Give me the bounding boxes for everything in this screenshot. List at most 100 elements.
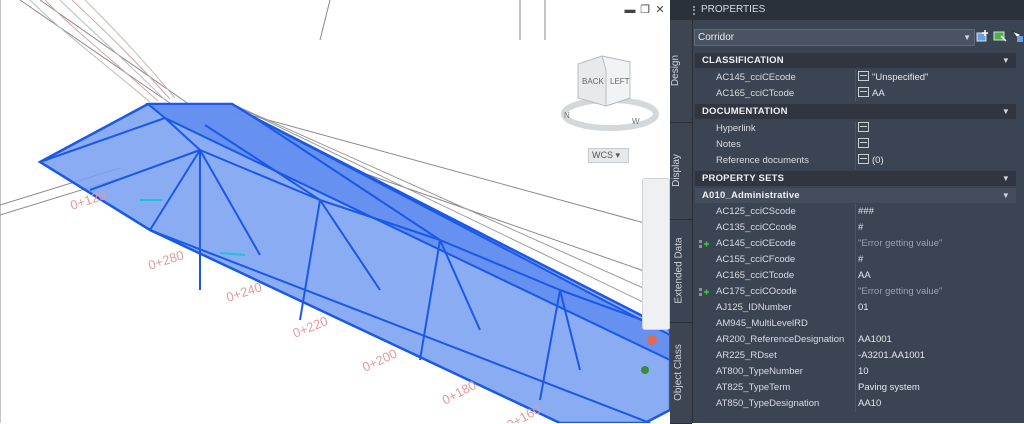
property-row[interactable]: AC165_cciCTcode AA (695, 268, 1016, 284)
column-divider (855, 137, 856, 153)
property-value[interactable]: (0) (858, 153, 1016, 169)
property-value[interactable]: AA1001 (858, 332, 1016, 348)
property-row[interactable]: AT800_TypeNumber 10 (695, 364, 1016, 380)
property-row[interactable]: Notes (695, 137, 1016, 153)
column-divider (855, 316, 856, 332)
section-header[interactable]: PROPERTY SETS ▼ (695, 171, 1016, 186)
property-value[interactable]: AA (858, 86, 1016, 102)
palette-side-tabs: Design Display Extended Data Object Clas… (670, 20, 693, 424)
property-value[interactable]: "Error getting value" (858, 236, 1016, 252)
property-name: AR200_ReferenceDesignation (716, 334, 845, 345)
property-row[interactable]: AJ125_IDNumber 01 (695, 300, 1016, 316)
property-value[interactable] (858, 137, 1016, 153)
property-name: AR225_RDset (716, 350, 777, 361)
property-row[interactable]: AC145_cciCEcode "Error getting value" (695, 236, 1016, 252)
property-value[interactable]: "Unspecified" (858, 70, 1016, 86)
property-value-text: AA10 (858, 398, 882, 409)
navigation-bar[interactable] (642, 178, 670, 330)
property-name: Hyperlink (716, 123, 756, 134)
property-value[interactable]: 10 (858, 364, 1016, 380)
column-divider (855, 204, 856, 220)
property-row[interactable]: AR200_ReferenceDesignation AA1001 (695, 332, 1016, 348)
minimize-icon[interactable]: ▬ (624, 4, 636, 16)
table-icon (858, 71, 869, 82)
wcs-menu[interactable]: WCS ▾ (588, 148, 629, 163)
quick-select-icon[interactable] (1010, 29, 1024, 43)
viewcube-face-back[interactable]: BACK (582, 77, 604, 86)
grip-icon[interactable] (693, 6, 697, 15)
tab-object-class[interactable]: Object Class (670, 323, 692, 424)
property-value[interactable]: "Error getting value" (858, 284, 1016, 300)
property-value[interactable]: # (858, 220, 1016, 236)
model-viewport[interactable]: 0+120 0+280 0+240 0+220 0+200 0+180 0+16… (0, 0, 670, 423)
property-value[interactable]: AA (858, 268, 1016, 284)
table-icon (858, 138, 869, 149)
restore-icon[interactable]: ❐ (639, 4, 651, 16)
section-header[interactable]: DOCUMENTATION ▼ (695, 104, 1016, 119)
property-value-text: # (858, 254, 864, 265)
property-row[interactable]: AC135_cciCCcode # (695, 220, 1016, 236)
section-header[interactable]: CLASSIFICATION ▼ (695, 53, 1016, 68)
viewcube-face-left[interactable]: LEFT (610, 77, 630, 86)
property-name: AM945_MultiLevelRD (716, 318, 808, 329)
station-label: 0+180 (439, 377, 478, 407)
station-label: 0+220 (291, 313, 330, 341)
property-name: AC175_cciCOcode (716, 286, 797, 297)
property-row[interactable]: AM945_MultiLevelRD (695, 316, 1016, 332)
section-title: PROPERTY SETS (702, 173, 785, 184)
property-name: AC135_cciCCcode (716, 222, 797, 233)
property-name: AC165_cciCTcode (716, 270, 795, 281)
property-row[interactable]: AT850_TypeDesignation AA10 (695, 396, 1016, 412)
property-name: AT800_TypeNumber (716, 366, 803, 377)
select-objects-icon[interactable] (993, 29, 1007, 43)
property-value[interactable]: Paving system (858, 380, 1016, 396)
tab-extended-data[interactable]: Extended Data (670, 220, 692, 323)
property-value[interactable]: -A3201.AA1001 (858, 348, 1016, 364)
property-set-header[interactable]: A010_Administrative ▼ (695, 188, 1016, 203)
column-divider (855, 396, 856, 412)
property-value-text: Paving system (858, 382, 920, 393)
property-value[interactable] (858, 121, 1016, 137)
column-divider (855, 86, 856, 102)
column-divider (855, 220, 856, 236)
property-row[interactable]: AC175_cciCOcode "Error getting value" (695, 284, 1016, 300)
property-value[interactable]: AA10 (858, 396, 1016, 412)
property-value-text: 01 (858, 302, 869, 313)
property-name: AT850_TypeDesignation (716, 398, 820, 409)
property-name: AC145_cciCEcode (716, 72, 796, 83)
property-row[interactable]: AR225_RDset -A3201.AA1001 (695, 348, 1016, 364)
property-name: AC165_cciCTcode (716, 88, 795, 99)
property-value[interactable]: # (858, 252, 1016, 268)
property-row[interactable]: AC145_cciCEcode "Unspecified" (695, 70, 1016, 86)
tab-design[interactable]: Design (670, 20, 692, 123)
property-set-title: A010_Administrative (702, 190, 800, 201)
property-row[interactable]: AC165_cciCTcode AA (695, 86, 1016, 102)
property-row[interactable]: Hyperlink (695, 121, 1016, 137)
property-row[interactable]: Reference documents (0) (695, 153, 1016, 169)
collapse-chevron-icon[interactable]: ▼ (1002, 188, 1010, 203)
table-icon (858, 154, 869, 165)
section-title: DOCUMENTATION (702, 106, 788, 117)
property-name: Reference documents (716, 155, 809, 166)
tab-display[interactable]: Display (670, 123, 692, 220)
column-divider (855, 364, 856, 380)
column-divider (855, 153, 856, 169)
property-value[interactable]: 01 (858, 300, 1016, 316)
property-row[interactable]: AT825_TypeTerm Paving system (695, 380, 1016, 396)
property-name: AC155_cciCFcode (716, 254, 796, 265)
compass-n: N (564, 111, 570, 120)
column-divider (855, 300, 856, 316)
palette-title-bar[interactable]: PROPERTIES (670, 0, 1024, 20)
toggle-pickadd-icon[interactable] (976, 29, 990, 43)
collapse-chevron-icon[interactable]: ▼ (1002, 104, 1010, 119)
property-value-text: AA1001 (858, 334, 892, 345)
property-value[interactable]: ### (858, 204, 1016, 220)
property-row[interactable]: AC155_cciCFcode # (695, 252, 1016, 268)
property-row[interactable]: AC125_cciCScode ### (695, 204, 1016, 220)
collapse-chevron-icon[interactable]: ▼ (1002, 171, 1010, 186)
collapse-chevron-icon[interactable]: ▼ (1002, 53, 1010, 68)
object-type-select[interactable]: Corridor ▼ (694, 29, 975, 46)
close-icon[interactable]: ✕ (654, 4, 666, 16)
column-divider (855, 121, 856, 137)
column-divider (855, 268, 856, 284)
